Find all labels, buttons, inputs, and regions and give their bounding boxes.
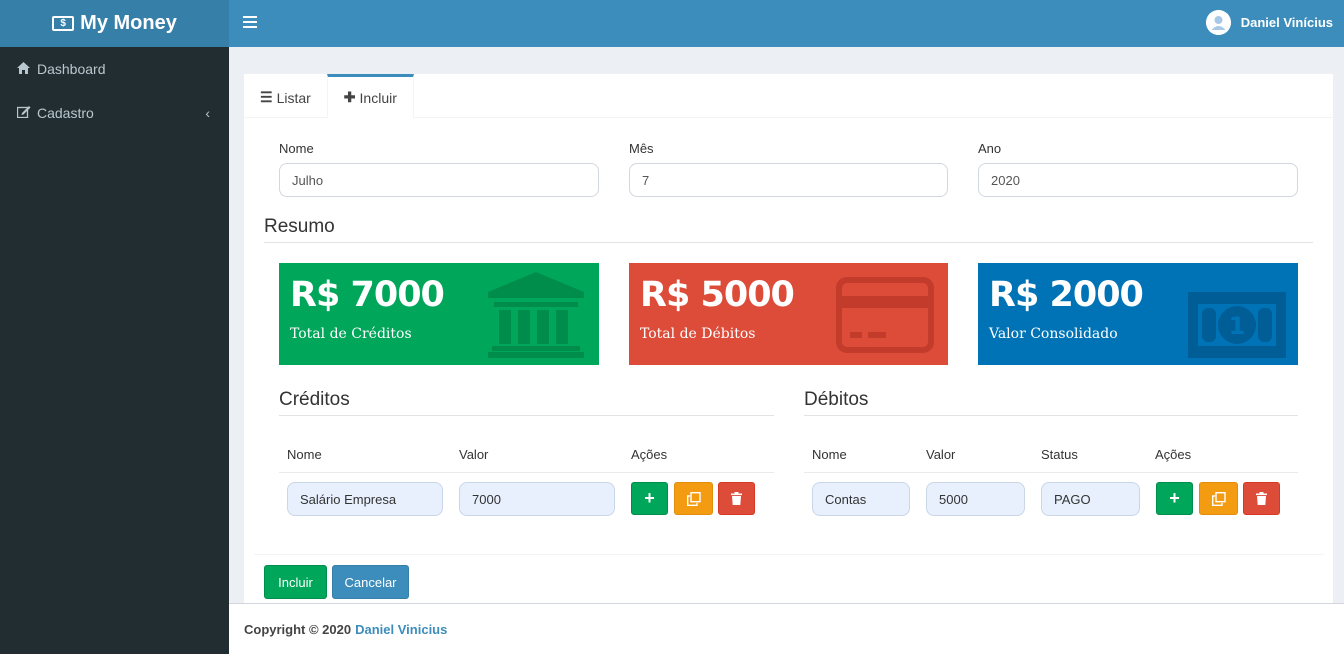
debito-nome-input[interactable]: Contas <box>812 482 910 516</box>
card-amount: R$ 7000 <box>290 275 445 315</box>
plus-icon: ✚ <box>343 89 356 105</box>
divider <box>279 415 774 416</box>
incluir-button[interactable]: Incluir <box>264 565 327 599</box>
sidebar-item-label: Cadastro <box>37 105 94 121</box>
creditos-header-nome: Nome <box>287 447 322 462</box>
tab-bar: ☰ Listar ✚ Incluir <box>244 74 1333 118</box>
ano-label: Ano <box>978 141 1002 156</box>
credito-nome-input[interactable]: Salário Empresa <box>287 482 443 516</box>
mes-field-group: Mês 7 <box>629 141 948 197</box>
creditos-header-valor: Valor <box>459 447 489 462</box>
sidebar-item-label: Dashboard <box>37 61 106 77</box>
mes-input[interactable]: 7 <box>629 163 948 197</box>
divider <box>264 242 1313 243</box>
card-total-debitos: R$ 5000 Total de Débitos <box>629 263 948 365</box>
plus-icon: + <box>1169 488 1180 508</box>
nome-field-group: Nome Julho <box>279 141 599 197</box>
money-bill-icon: $ <box>52 16 75 31</box>
card-label: Total de Débitos <box>640 326 756 342</box>
add-debito-button[interactable]: + <box>1156 482 1193 515</box>
top-navbar: Daniel Vinícius <box>229 0 1344 47</box>
creditos-title: Créditos <box>279 389 350 410</box>
clone-debito-button[interactable] <box>1199 482 1238 515</box>
sidebar-item-cadastro[interactable]: Cadastro ‹ <box>0 91 229 135</box>
nome-input[interactable]: Julho <box>279 163 599 197</box>
edit-icon <box>16 105 37 121</box>
table-divider <box>279 472 774 473</box>
copyright-text: Copyright © 2020 <box>244 621 352 637</box>
tab-label: Incluir <box>359 89 397 106</box>
card-amount: R$ 2000 <box>989 275 1144 315</box>
credit-card-icon <box>836 277 934 353</box>
tab-label: Listar <box>276 89 311 106</box>
author-link[interactable]: Daniel Vinicius <box>355 622 447 637</box>
sidebar-item-dashboard[interactable]: Dashboard <box>0 47 229 91</box>
page-footer: Copyright © 2020 Daniel Vinicius <box>229 603 1344 654</box>
debitos-header-acoes: Ações <box>1155 447 1192 462</box>
clone-credito-button[interactable] <box>674 482 713 515</box>
tab-listar[interactable]: ☰ Listar <box>244 74 327 118</box>
delete-debito-button[interactable] <box>1243 482 1280 515</box>
card-label: Valor Consolidado <box>989 326 1118 342</box>
chevron-left-icon: ‹ <box>205 105 210 121</box>
debitos-header-nome: Nome <box>812 447 847 462</box>
ano-input[interactable]: 2020 <box>978 163 1298 197</box>
plus-icon: + <box>644 488 655 508</box>
trash-icon <box>1256 492 1267 505</box>
user-name: Daniel Vinícius <box>1240 15 1333 30</box>
resumo-title: Resumo <box>264 216 335 237</box>
ano-field-group: Ano 2020 <box>978 141 1298 197</box>
user-menu[interactable]: Daniel Vinícius <box>1205 10 1333 35</box>
nome-label: Nome <box>279 141 314 156</box>
cancelar-button[interactable]: Cancelar <box>332 565 409 599</box>
app-logo[interactable]: $ My Money <box>0 0 229 47</box>
debitos-header-valor: Valor <box>926 447 956 462</box>
bank-icon <box>488 272 584 358</box>
trash-icon <box>731 492 742 505</box>
card-label: Total de Créditos <box>290 326 412 342</box>
mes-label: Mês <box>629 141 654 156</box>
debitos-title: Débitos <box>804 389 869 410</box>
card-valor-consolidado: R$ 2000 Valor Consolidado 1 <box>978 263 1298 365</box>
delete-credito-button[interactable] <box>718 482 755 515</box>
divider <box>804 415 1298 416</box>
card-total-creditos: R$ 7000 Total de Créditos <box>279 263 599 365</box>
card-amount: R$ 5000 <box>640 275 795 315</box>
tab-incluir[interactable]: ✚ Incluir <box>326 74 414 118</box>
debitos-header-status: Status <box>1041 447 1078 462</box>
credito-valor-input[interactable]: 7000 <box>459 482 615 516</box>
box-footer-divider <box>254 554 1324 555</box>
money-icon: 1 <box>1188 292 1286 358</box>
app-title: My Money <box>80 12 177 34</box>
home-icon <box>17 61 37 77</box>
table-divider <box>804 472 1298 473</box>
creditos-header-acoes: Ações <box>631 447 668 462</box>
debito-status-input[interactable]: PAGO <box>1041 482 1140 516</box>
copy-icon <box>686 491 701 506</box>
svg-text:1: 1 <box>1229 312 1246 340</box>
page-header <box>229 47 1344 74</box>
copy-icon <box>1211 491 1226 506</box>
list-icon: ☰ <box>260 89 273 105</box>
sidebar: Dashboard Cadastro ‹ <box>0 47 229 654</box>
avatar <box>1205 10 1231 35</box>
debito-valor-input[interactable]: 5000 <box>926 482 1025 516</box>
hamburger-icon[interactable] <box>243 15 257 29</box>
add-credito-button[interactable]: + <box>631 482 668 515</box>
